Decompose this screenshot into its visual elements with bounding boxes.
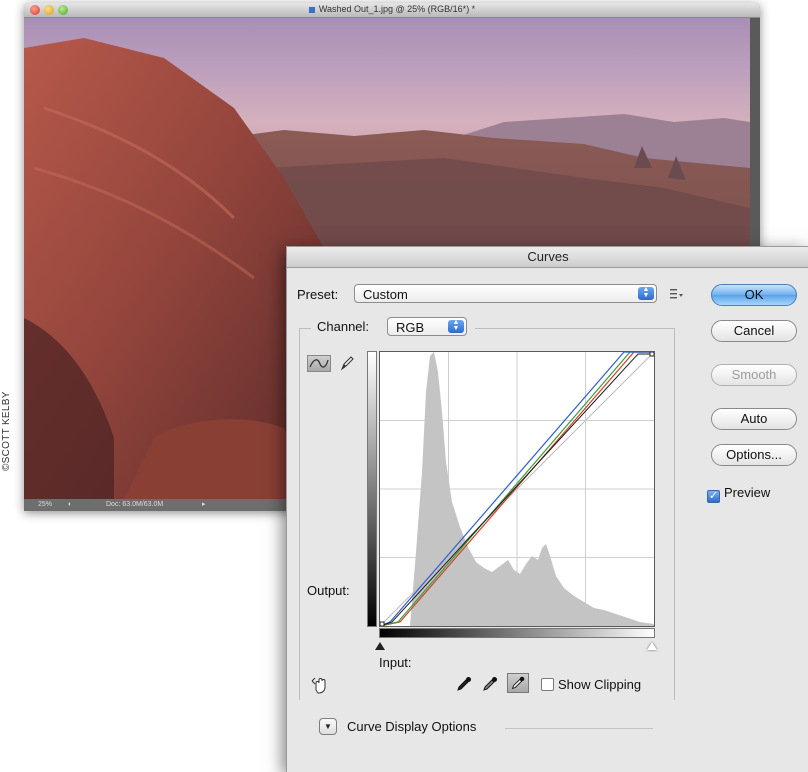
channel-dropdown[interactable]: RGB ▲ ▼: [387, 317, 467, 336]
curve-point-icon[interactable]: [307, 355, 331, 373]
black-eyedropper-icon[interactable]: [455, 675, 473, 693]
channel-value: RGB: [396, 320, 425, 335]
channel-label: Channel:: [317, 319, 370, 334]
document-title: Washed Out_1.jpg @ 25% (RGB/16*) *: [24, 4, 760, 14]
curves-dialog[interactable]: Curves Preset: Custom ▲ ▼ OK Cancel Smoot…: [286, 246, 808, 772]
output-label: Output:: [307, 583, 350, 598]
smooth-button[interactable]: Smooth: [711, 364, 797, 386]
show-clipping-checkbox[interactable]: Show Clipping: [541, 677, 641, 692]
options-button[interactable]: Options...: [711, 444, 797, 466]
document-size-readout: Doc: 63.0M/63.0M: [106, 501, 164, 508]
curve-point: [379, 621, 385, 627]
preset-value: Custom: [363, 287, 408, 302]
curves-graph[interactable]: [379, 351, 655, 627]
cancel-button[interactable]: Cancel: [711, 320, 797, 342]
curve-point: [649, 351, 655, 357]
input-gradient: [379, 628, 655, 638]
photo-credit: ©SCOTT KELBY: [1, 391, 12, 471]
preset-stepper-icon: ▲ ▼: [638, 286, 654, 300]
white-point-slider[interactable]: [647, 642, 657, 650]
channel-stepper-icon: ▲ ▼: [448, 319, 464, 333]
ok-button[interactable]: OK: [711, 284, 797, 306]
gray-eyedropper-icon[interactable]: [481, 675, 499, 693]
auto-button[interactable]: Auto: [711, 408, 797, 430]
group-border-left: [299, 328, 311, 329]
document-proxy-icon: [308, 6, 315, 13]
group-border-side: [299, 328, 300, 700]
status-arrow-icon[interactable]: ▸: [202, 499, 206, 511]
output-gradient: [367, 351, 377, 627]
group-border-side-right: [674, 328, 675, 700]
on-image-adjust-icon[interactable]: [311, 675, 331, 695]
preset-options-icon[interactable]: [670, 288, 684, 300]
preview-label: Preview: [724, 485, 771, 500]
pencil-icon[interactable]: [339, 355, 355, 372]
disclosure-triangle-icon[interactable]: ▼: [319, 718, 337, 735]
preset-label: Preset:: [297, 287, 339, 302]
dialog-title: Curves: [287, 247, 808, 268]
curve-tools: [307, 355, 355, 373]
white-eyedropper-icon[interactable]: [507, 673, 529, 693]
show-clipping-label: Show Clipping: [558, 677, 642, 692]
black-point-slider[interactable]: [375, 642, 385, 650]
show-clipping-check-icon: [541, 678, 554, 691]
preview-check-icon: ✓: [707, 490, 720, 503]
curves-plot: [379, 351, 655, 627]
group-border-right: [475, 328, 675, 329]
document-titlebar[interactable]: Washed Out_1.jpg @ 25% (RGB/16*) *: [24, 3, 760, 18]
curve-display-options-label[interactable]: Curve Display Options: [347, 719, 476, 734]
status-menu-icon[interactable]: ◐: [68, 499, 72, 511]
preview-checkbox[interactable]: ✓ Preview: [707, 485, 770, 503]
input-label: Input:: [379, 655, 412, 670]
preset-dropdown[interactable]: Custom ▲ ▼: [354, 284, 657, 303]
curve-display-options-divider: [505, 728, 653, 729]
zoom-level-readout[interactable]: 25%: [38, 499, 52, 511]
